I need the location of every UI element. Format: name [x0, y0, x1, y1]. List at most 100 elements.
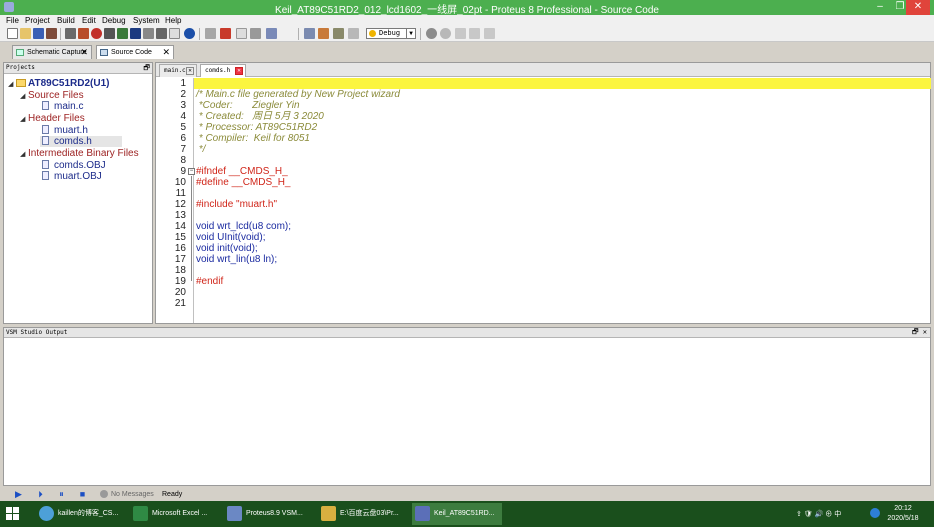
line-number: 7 [180, 144, 186, 155]
stop-icon[interactable]: ■ [78, 490, 87, 499]
close-tab-icon[interactable]: ✕ [162, 46, 170, 59]
fold-toggle-icon[interactable]: − [188, 168, 195, 175]
menu-debug[interactable]: Debug [102, 15, 126, 26]
obj-file-icon [42, 160, 49, 169]
line-number: 8 [180, 155, 186, 166]
code-line: void UInit(void); [196, 232, 266, 243]
stop-circle-icon[interactable] [91, 28, 102, 39]
close-tab-icon[interactable]: ✕ [186, 67, 194, 75]
close-window-button[interactable]: ✕ [906, 0, 930, 15]
build-icon[interactable] [304, 28, 315, 39]
tree-file-muart-h[interactable]: muart.h [42, 125, 88, 136]
tree-group-header-files[interactable]: ◢ Header Files [20, 113, 85, 125]
tab-schematic-capture[interactable]: Schematic Capture ✕ [12, 45, 92, 59]
taskbar-item-explorer[interactable]: E:\百度云盘03\Pr... [318, 503, 406, 525]
copy-icon[interactable] [236, 28, 247, 39]
messages-status[interactable]: No Messages [100, 490, 154, 499]
tray-icons[interactable]: ⇪ 🛡 🔊 ⊕ 中 [796, 509, 841, 519]
chip-icon[interactable] [117, 28, 128, 39]
menu-edit[interactable]: Edit [82, 15, 96, 26]
tree-file-muart-obj[interactable]: muart.OBJ [42, 171, 102, 182]
tree-root[interactable]: ◢ AT89C51RD2(U1) [8, 78, 110, 90]
pcb-icon[interactable] [130, 28, 141, 39]
goto-icon[interactable] [484, 28, 495, 39]
chevron-down-icon: ▼ [406, 29, 415, 38]
paste-icon[interactable] [250, 28, 261, 39]
expand-icon[interactable]: ◢ [20, 149, 28, 160]
taskbar-item-label: E:\百度云盘03\Pr... [340, 510, 399, 517]
proteus-icon [415, 506, 430, 521]
code-editor[interactable]: main.c ✕ comds.h ✕ 1 2 3 4 5 6 7 8 9 10 … [155, 62, 931, 324]
tree-file-main-c[interactable]: main.c [42, 101, 83, 112]
menu-help[interactable]: Help [165, 15, 181, 26]
pause-icon[interactable]: ⏸ [57, 490, 66, 499]
compile-icon[interactable] [348, 28, 359, 39]
code-line: * Processor: AT89C51RD2 [196, 122, 318, 133]
taskbar-item-browser[interactable]: kaillen的博客_CS... [36, 503, 126, 525]
step-icon[interactable]: ⏵ [36, 490, 45, 499]
system-tray: ⇪ 🛡 🔊 ⊕ 中 20:12 2020/5/18 [790, 501, 934, 527]
tree-file-comds-h[interactable]: comds.h [40, 136, 122, 147]
redo-icon[interactable] [440, 28, 451, 39]
schematic-icon[interactable] [78, 28, 89, 39]
taskbar-item-label: Keil_AT89C51RD... [434, 510, 495, 517]
line-number: 18 [174, 265, 186, 276]
current-line-highlight [194, 78, 931, 89]
gallery-icon[interactable] [143, 28, 154, 39]
help-icon[interactable] [184, 28, 195, 39]
build-config-select[interactable]: Debug ▼ [366, 28, 416, 39]
rebuild-icon[interactable] [318, 28, 329, 39]
code-line: * Compiler: Keil for 8051 [196, 133, 310, 144]
find-icon[interactable] [455, 28, 466, 39]
undo-icon[interactable] [426, 28, 437, 39]
tree-file-comds-obj[interactable]: comds.OBJ [42, 160, 106, 171]
code-line: *Coder: Ziegler Yin [196, 100, 300, 111]
line-number: 20 [174, 287, 186, 298]
close-tab-icon[interactable]: ✕ [235, 67, 243, 75]
tree-group-intermediate[interactable]: ◢ Intermediate Binary Files [20, 148, 139, 160]
taskbar-item-proteus-vsm[interactable]: Proteus8.9 VSM... [224, 503, 312, 525]
excel-icon [133, 506, 148, 521]
clock[interactable]: 20:12 2020/5/18 [886, 504, 920, 524]
editor-tab-comds-h[interactable]: comds.h ✕ [200, 64, 246, 77]
bom-icon[interactable] [156, 28, 167, 39]
menu-file[interactable]: File [6, 15, 19, 26]
expand-icon[interactable]: ◢ [8, 79, 16, 90]
home-icon[interactable] [65, 28, 76, 39]
find-replace-icon[interactable] [469, 28, 480, 39]
save-all-icon[interactable] [46, 28, 57, 39]
close-tab-icon[interactable]: ✕ [80, 46, 88, 59]
line-number: 13 [174, 210, 186, 221]
menu-system[interactable]: System [133, 15, 160, 26]
pin-icon[interactable]: 🗗 [143, 63, 150, 73]
ready-status: Ready [162, 491, 183, 498]
taskbar-item-label: Microsoft Excel ... [152, 510, 208, 517]
code-line: #endif [196, 276, 224, 287]
new-file-icon[interactable] [7, 28, 18, 39]
rewind-icon[interactable] [104, 28, 115, 39]
panel-controls-icon[interactable]: 🗗 ✕ [912, 328, 927, 337]
cut-icon[interactable] [205, 28, 216, 39]
toolbar: Debug ▼ [0, 26, 934, 42]
clean-icon[interactable] [333, 28, 344, 39]
open-folder-icon[interactable] [20, 28, 31, 39]
expand-icon[interactable]: ◢ [20, 114, 28, 125]
taskbar-item-excel[interactable]: Microsoft Excel ... [130, 503, 220, 525]
code-line: void wrt_lcd(u8 com); [196, 221, 292, 232]
delete-icon[interactable] [220, 28, 231, 39]
notification-icon[interactable] [870, 508, 880, 518]
windows-start-icon[interactable] [6, 507, 19, 520]
editor-tab-main-c[interactable]: main.c ✕ [159, 64, 197, 77]
clock-time: 20:12 [894, 505, 912, 512]
tab-source-code[interactable]: Source Code ✕ [96, 45, 174, 59]
menu-project[interactable]: Project [25, 15, 50, 26]
tree-root-label: AT89C51RD2(U1) [28, 78, 110, 89]
document-icon[interactable] [169, 28, 180, 39]
play-icon[interactable]: ▶ [14, 490, 23, 499]
save-icon[interactable] [33, 28, 44, 39]
editor-tab-label: main.c [164, 67, 186, 74]
print-icon[interactable] [266, 28, 277, 39]
expand-icon[interactable]: ◢ [20, 91, 28, 102]
taskbar-item-proteus[interactable]: Keil_AT89C51RD... [412, 503, 502, 525]
menu-build[interactable]: Build [57, 15, 75, 26]
